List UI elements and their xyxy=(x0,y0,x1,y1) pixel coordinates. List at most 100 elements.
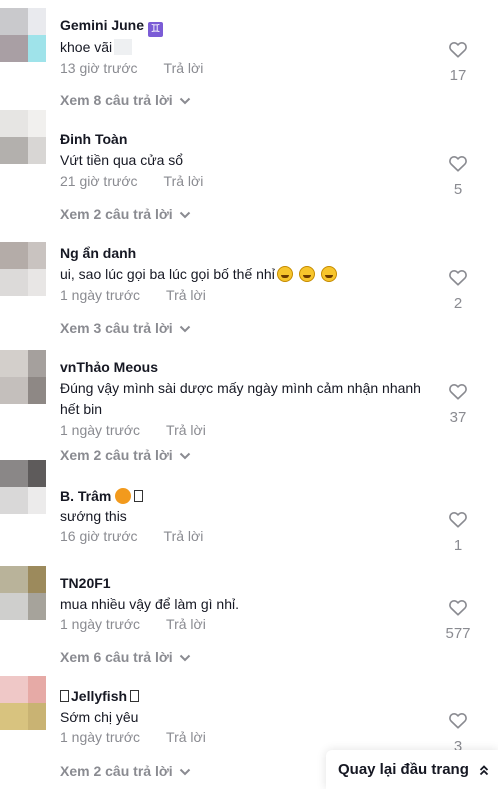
comment-time: 16 giờ trước xyxy=(60,528,138,544)
comment-text: Vứt tiền qua cửa sổ xyxy=(60,152,184,168)
reply-button[interactable]: Trả lời xyxy=(166,729,206,745)
view-replies-button[interactable]: Xem 3 câu trả lời xyxy=(60,320,191,336)
view-replies-label: Xem 2 câu trả lời xyxy=(60,206,173,222)
reply-button[interactable]: Trả lời xyxy=(166,287,206,303)
comment-author[interactable]: B. Trâm xyxy=(60,488,144,504)
avatar[interactable] xyxy=(0,566,46,620)
comment-item: TN20F1 mua nhiều vậy để làm gì nhỉ. 1 ng… xyxy=(0,566,498,676)
reply-button[interactable]: Trả lời xyxy=(166,422,206,438)
comment-author[interactable]: TN20F1 xyxy=(60,575,111,591)
comment-time: 1 ngày trước xyxy=(60,729,141,745)
heart-outline-icon xyxy=(449,384,467,400)
gemini-zodiac-icon: ♊ xyxy=(148,22,164,37)
chevron-down-icon xyxy=(179,655,190,662)
comment-meta: 13 giờ trước Trả lời xyxy=(60,60,203,76)
like-button[interactable]: 17 xyxy=(438,40,478,84)
view-replies-button[interactable]: Xem 8 câu trả lời xyxy=(60,92,191,108)
comment-text: mua nhiều vậy để làm gì nhỉ. xyxy=(60,596,239,612)
comment-author[interactable]: Đinh Toàn xyxy=(60,131,127,147)
heart-outline-icon xyxy=(449,600,467,616)
reply-button[interactable]: Trả lời xyxy=(166,616,206,632)
view-replies-button[interactable]: Xem 2 câu trả lời xyxy=(60,206,191,222)
view-replies-button[interactable]: Xem 6 câu trả lời xyxy=(60,649,191,665)
view-replies-label: Xem 6 câu trả lời xyxy=(60,649,173,665)
like-button[interactable]: 5 xyxy=(438,154,478,198)
heart-outline-icon xyxy=(449,42,467,58)
heart-outline-icon xyxy=(449,270,467,286)
avatar[interactable] xyxy=(0,8,46,62)
comment-text-content: ui, sao lúc gọi ba lúc gọi bố thế nhỉ xyxy=(60,266,275,282)
view-replies-label: Xem 8 câu trả lời xyxy=(60,92,173,108)
reply-button[interactable]: Trả lời xyxy=(164,60,204,76)
like-count: 2 xyxy=(453,295,463,312)
comment-author[interactable]: Gemini June ♊ xyxy=(60,17,164,37)
comment-item: vnThảo Meous Đúng vậy mình sài dược mấy … xyxy=(0,350,498,470)
chevron-down-icon xyxy=(179,212,190,219)
comment-meta: 1 ngày trước Trả lời xyxy=(60,422,206,438)
like-button[interactable]: 2 xyxy=(438,268,478,312)
heart-outline-icon xyxy=(449,156,467,172)
comment-time: 21 giờ trước xyxy=(60,173,138,189)
author-name[interactable]: Jellyfish xyxy=(71,688,127,704)
reply-button[interactable]: Trả lời xyxy=(164,528,204,544)
author-name[interactable]: B. Trâm xyxy=(60,488,111,504)
missing-glyph-icon xyxy=(134,490,144,502)
laughing-emoji-icon xyxy=(298,266,315,282)
comment-text: Đúng vậy mình sài dược mấy ngày mình cảm… xyxy=(60,380,421,417)
comment-time: 1 ngày trước xyxy=(60,422,141,438)
chevron-down-icon xyxy=(179,769,190,776)
reply-button[interactable]: Trả lời xyxy=(164,173,204,189)
view-replies-button[interactable]: Xem 2 câu trả lời xyxy=(60,763,191,779)
comment-meta: 1 ngày trước Trả lời xyxy=(60,287,206,303)
missing-glyph-icon xyxy=(130,690,140,702)
heart-outline-icon xyxy=(449,512,467,528)
like-count: 1 xyxy=(453,537,463,554)
comment-text-content: khoe vãi xyxy=(60,39,113,55)
comment-time: 1 ngày trước xyxy=(60,616,141,632)
view-replies-label: Xem 3 câu trả lời xyxy=(60,320,173,336)
like-count: 5 xyxy=(453,181,463,198)
like-count: 577 xyxy=(445,625,471,642)
heart-outline-icon xyxy=(449,713,467,729)
comment-text: Sớm chị yêu xyxy=(60,709,139,725)
view-replies-label: Xem 2 câu trả lời xyxy=(60,763,173,779)
like-button[interactable]: 1 xyxy=(438,510,478,554)
comment-item: Đinh Toàn Vứt tiền qua cửa sổ 21 giờ trư… xyxy=(0,110,498,222)
back-to-top-label: Quay lại đầu trang xyxy=(338,761,469,778)
comment-author[interactable]: Jellyfish xyxy=(60,688,140,704)
comment-text: khoe vãi xyxy=(60,37,440,58)
avatar[interactable] xyxy=(0,460,46,514)
laughing-emoji-icon xyxy=(320,266,337,282)
author-name[interactable]: Gemini June xyxy=(60,17,144,33)
like-count: 17 xyxy=(449,67,467,84)
blurred-emoji xyxy=(114,39,133,55)
like-button[interactable]: 577 xyxy=(433,598,483,642)
like-button[interactable]: 37 xyxy=(438,382,478,426)
avatar[interactable] xyxy=(0,242,46,296)
avatar[interactable] xyxy=(0,110,46,164)
comment-time: 1 ngày trước xyxy=(60,287,141,303)
comment-item: Ng ẩn danh ui, sao lúc gọi ba lúc gọi bố… xyxy=(0,242,498,342)
comment-item: Gemini June ♊ khoe vãi 13 giờ trước Trả lờ… xyxy=(0,8,498,108)
avatar[interactable] xyxy=(0,350,46,404)
like-count: 37 xyxy=(449,409,467,426)
missing-glyph-icon xyxy=(60,690,69,702)
comment-meta: 21 giờ trước Trả lời xyxy=(60,173,203,189)
comment-item: B. Trâm sướng this 16 giờ trước Trả lời 1 xyxy=(0,460,498,554)
like-button[interactable]: 3 xyxy=(438,711,478,755)
comment-meta: 16 giờ trước Trả lời xyxy=(60,528,203,544)
cat-emoji-icon xyxy=(115,488,132,504)
comment-text: ui, sao lúc gọi ba lúc gọi bố thế nhỉ xyxy=(60,264,440,285)
back-to-top-button[interactable]: Quay lại đầu trang xyxy=(326,750,498,789)
comment-meta: 1 ngày trước Trả lời xyxy=(60,729,206,745)
comment-text: sướng this xyxy=(60,508,127,524)
avatar[interactable] xyxy=(0,676,46,730)
comment-meta: 1 ngày trước Trả lời xyxy=(60,616,206,632)
chevron-double-up-icon xyxy=(479,764,489,775)
laughing-emoji-icon xyxy=(276,266,293,282)
chevron-down-icon xyxy=(179,326,190,333)
comment-author[interactable]: Ng ẩn danh xyxy=(60,245,136,261)
comment-time: 13 giờ trước xyxy=(60,60,138,76)
comment-author[interactable]: vnThảo Meous xyxy=(60,359,158,375)
chevron-down-icon xyxy=(179,98,190,105)
